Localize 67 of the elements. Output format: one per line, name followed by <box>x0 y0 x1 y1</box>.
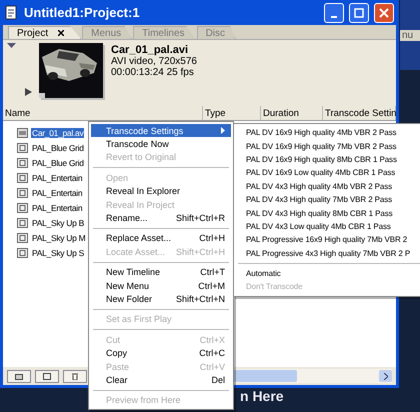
menu-item[interactable]: PAL DV 16x9 High quality 4Mb VBR 2 Pass <box>236 126 420 140</box>
delete-button[interactable] <box>63 370 87 382</box>
menu-file-icon <box>17 202 28 212</box>
menu-item[interactable]: New Folder Shift+Ctrl+N <box>91 292 231 306</box>
menu-file-icon <box>17 218 28 228</box>
asset-row[interactable]: PAL_Sky Up S <box>31 248 85 258</box>
menu-item[interactable]: PAL Progressive 16x9 High quality 7Mb VBR 2 <box>236 233 420 247</box>
folder-button[interactable] <box>7 370 31 382</box>
column-header[interactable]: Name <box>3 106 203 120</box>
menu-item[interactable]: PAL DV 16x9 High quality 7Mb VBR 2 Pass <box>236 139 420 153</box>
menu-file-icon <box>17 158 28 168</box>
minimize-icon <box>331 16 337 18</box>
document-icon <box>5 5 19 20</box>
menu-item[interactable]: Replace Asset... Ctrl+H <box>91 232 231 246</box>
background-tab[interactable]: nu <box>400 30 420 41</box>
window-title: Untitled1:Project:1 <box>24 5 141 20</box>
menu-item[interactable]: PAL DV 4x3 High quality 7Mb VBR 2 Pass <box>236 192 420 206</box>
asset-row[interactable]: PAL_Blue Grid <box>31 158 85 168</box>
menu-file-icon <box>17 232 28 242</box>
maximize-button[interactable] <box>349 2 369 22</box>
menu-file-icon <box>17 248 28 258</box>
menu-file-icon <box>17 172 28 182</box>
menu-file-icon <box>17 188 28 198</box>
trash-icon <box>71 372 79 380</box>
folder-icon <box>15 372 23 380</box>
menu-item[interactable]: PAL DV 4x3 Low quality 4Mb CBR 1 Pass <box>236 220 420 234</box>
column-header[interactable]: Duration <box>261 106 323 120</box>
asset-row[interactable]: PAL_Entertain <box>31 188 84 198</box>
close-icon[interactable] <box>58 30 64 36</box>
menu-item[interactable]: Transcode Settings <box>91 124 231 138</box>
asset-duration: 00:00:13:24 25 fps <box>111 67 195 78</box>
menu-file-icon <box>17 142 28 152</box>
menu-item[interactable]: New Menu Ctrl+M <box>91 278 231 292</box>
column-header[interactable]: Transcode Settin <box>323 106 396 120</box>
asset-row[interactable]: PAL_Blue Grid <box>31 142 85 152</box>
menu-item[interactable]: PAL DV 4x3 High quality 8Mb CBR 1 Pass <box>236 206 420 220</box>
tab[interactable]: Project <box>8 26 82 39</box>
maximize-icon <box>354 8 364 18</box>
menu-item[interactable]: Transcode Now <box>91 137 231 151</box>
collapse-icon[interactable] <box>7 43 16 48</box>
menu-item[interactable]: Rename... Shift+Ctrl+R <box>91 211 231 225</box>
menu-item[interactable]: New Timeline Ctrl+T <box>91 266 231 279</box>
page-icon <box>43 372 51 380</box>
asset-row[interactable]: PAL_Sky Up B <box>31 218 85 228</box>
play-icon[interactable] <box>25 88 32 96</box>
close-icon <box>379 8 389 18</box>
menu-item[interactable]: PAL DV 16x9 High quality 8Mb CBR 1 Pass <box>236 152 420 166</box>
menu-item[interactable]: PAL DV 16x9 Low quality 4Mb CBR 1 Pass <box>236 166 420 180</box>
menu-item[interactable]: PAL DV 4x3 High quality 4Mb VBR 2 Pass <box>236 180 420 193</box>
video-file-icon <box>17 128 28 138</box>
asset-row[interactable]: Car_01_pal.av <box>31 128 84 138</box>
menu-item[interactable]: Automatic <box>236 266 420 280</box>
background-text: n Here <box>240 388 284 404</box>
column-header[interactable]: Type <box>203 106 261 120</box>
asset-row[interactable]: PAL_Entertain <box>31 172 84 182</box>
submenu-arrow-icon <box>221 127 225 134</box>
asset-name: Car_01_pal.avi <box>111 45 190 56</box>
scroll-right-icon[interactable] <box>384 372 388 380</box>
menu-item[interactable]: Reveal In Explorer <box>91 184 231 198</box>
asset-row[interactable]: PAL_Sky Up M <box>31 232 86 242</box>
minimize-button[interactable] <box>324 2 344 22</box>
new-item-button[interactable] <box>35 370 59 382</box>
close-button[interactable] <box>374 2 394 22</box>
menu-item[interactable]: Copy Ctrl+C <box>91 346 231 360</box>
asset-info: AVI video, 720x576 <box>111 56 197 67</box>
asset-row[interactable]: PAL_Entertain <box>31 202 84 212</box>
menu-item[interactable]: PAL Progressive 4x3 High quality 7Mb VBR 2 P <box>236 246 420 260</box>
